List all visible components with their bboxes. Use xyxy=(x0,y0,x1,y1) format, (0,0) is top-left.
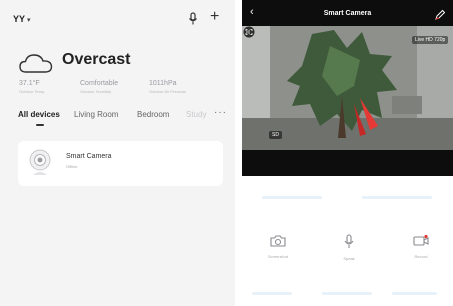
tab-bedroom[interactable]: Bedroom xyxy=(137,110,169,119)
placeholder-line xyxy=(252,292,292,295)
home-name-label: YY xyxy=(13,14,26,24)
camera-icon xyxy=(270,235,286,247)
more-tabs-icon[interactable]: ··· xyxy=(214,107,227,118)
action-label: Speak xyxy=(343,256,355,261)
camera-device-icon xyxy=(29,149,51,175)
placeholder-line xyxy=(362,196,432,199)
record-button[interactable]: Record xyxy=(396,234,446,259)
tab-all-devices[interactable]: All devices xyxy=(18,110,60,119)
camera-action-bar: Screenshot Speak Record xyxy=(242,234,453,274)
speak-button[interactable]: Speak xyxy=(324,234,374,261)
weather-stat-pressure: 1011hPa Outdoor Air Pressure xyxy=(149,80,186,94)
camera-video-feed[interactable]: Live HD 720p SD xyxy=(242,26,453,150)
device-card-smart-camera[interactable]: Smart Camera Offline xyxy=(18,141,223,186)
camera-title: Smart Camera xyxy=(323,10,372,17)
stat-value: 1011hPa xyxy=(149,80,177,87)
video-control-strip xyxy=(242,150,453,176)
tab-living-room[interactable]: Living Room xyxy=(74,110,118,119)
weather-stat-temperature: 37.1°F Outdoor Temp. xyxy=(19,80,45,94)
quality-toggle[interactable]: SD xyxy=(269,131,282,139)
edit-icon[interactable] xyxy=(434,9,446,21)
weather-condition: Overcast xyxy=(62,51,131,68)
home-selector[interactable]: YY ▾ xyxy=(13,14,31,24)
video-badge: Live HD 720p xyxy=(412,36,449,44)
add-device-icon[interactable]: + xyxy=(210,9,219,25)
device-status: Offline xyxy=(66,164,78,169)
camera-header: ‹ Smart Camera xyxy=(242,0,453,26)
room-tabs: All devices Living Room Bedroom Study ··… xyxy=(0,107,235,130)
action-label: Record xyxy=(414,254,428,259)
microphone-icon xyxy=(344,234,354,248)
stat-label: Outdoor Temp. xyxy=(19,89,46,94)
home-panel: YY ▾ + Overcast 37.1°F Outdoor Temp. Comf… xyxy=(0,0,235,306)
fullscreen-icon[interactable] xyxy=(242,26,256,38)
video-record-icon xyxy=(413,234,429,246)
stat-value: 37.1°F xyxy=(19,80,40,87)
placeholder-line xyxy=(322,292,372,295)
home-top-bar: YY ▾ + xyxy=(0,0,235,34)
cloud-icon xyxy=(19,54,53,73)
stat-label: Outdoor Humidity xyxy=(80,89,112,94)
active-tab-indicator xyxy=(36,124,44,126)
placeholder-line xyxy=(262,196,322,199)
screenshot-button[interactable]: Screenshot xyxy=(253,234,303,259)
weather-stat-humidity: Comfortable Outdoor Humidity xyxy=(80,80,118,94)
screen: YY ▾ + Overcast 37.1°F Outdoor Temp. Comf… xyxy=(0,0,453,306)
placeholder-line xyxy=(392,292,437,295)
chevron-down-icon: ▾ xyxy=(27,17,31,24)
stat-value: Comfortable xyxy=(80,80,119,87)
tab-study[interactable]: Study xyxy=(186,110,206,119)
microphone-icon[interactable] xyxy=(187,12,199,26)
camera-panel: ‹ Smart Camera Live HD 720p SD Screensho… xyxy=(242,0,453,306)
action-label: Screenshot xyxy=(267,254,289,259)
stat-label: Outdoor Air Pressure xyxy=(149,89,187,94)
device-name: Smart Camera xyxy=(66,153,112,160)
